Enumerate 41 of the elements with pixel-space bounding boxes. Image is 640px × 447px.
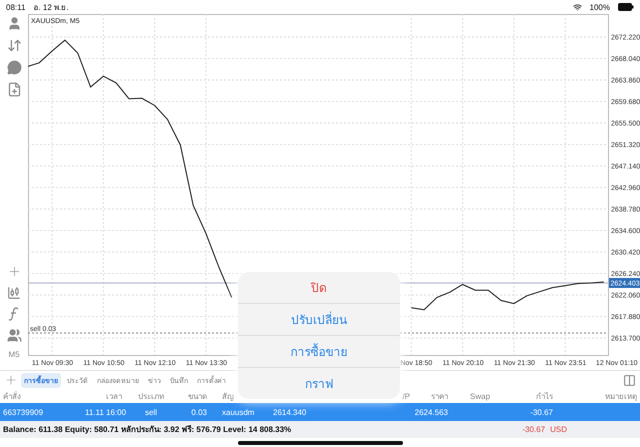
account-summary: Balance: 611.38 Equity: 580.71 หลักประกัน: 3.92 ฟรี: 576.79 Level: 14 808.33% [3,424,292,436]
table-cell: 11.11 16:00 [85,408,126,416]
timeframe-button[interactable]: M5 [8,350,20,359]
table-cell: sell [144,408,157,416]
menu-item[interactable]: ปรับเปลี่ยน [238,303,400,335]
table-cell: 663739909 [3,408,44,416]
total-profit: -30.67 [522,425,546,434]
menu-item[interactable]: ปิด [238,272,400,303]
account-icon[interactable] [6,16,22,31]
menu-item[interactable]: การซื้อขาย [238,335,400,367]
table-cell: -30.67 [530,408,553,416]
column-header: /P [402,392,410,400]
chat-icon[interactable] [6,60,22,75]
column-header: ประเภท [138,392,164,400]
table-cell: 0.03 [191,408,207,416]
column-header: ราคา [431,392,448,400]
trade-arrows-icon[interactable] [6,38,22,53]
column-header: สัญ [222,392,234,400]
candlestick-icon[interactable] [7,286,21,300]
column-header: หมายเหตุ [605,392,637,400]
column-header: เวลา [106,392,122,400]
selected-row[interactable]: 663739909 11.11 16:00 sell 0.03 xauusdm 2614.340 2624.563 -30.67 [0,403,640,421]
currency: USD [550,425,567,434]
menu-item[interactable]: กราฟ [238,367,400,399]
layout-icon[interactable] [623,374,636,386]
table-cell: 2614.340 [273,408,306,416]
column-header: Swap [470,392,490,400]
clock: 08:11 [6,2,26,12]
column-header: กำไร [536,392,553,400]
battery-icon [618,3,634,11]
date: อ. 12 พ.ย. [33,2,68,14]
table-cell: xauusdm [222,408,254,416]
column-header: ขนาด [188,392,207,400]
users-icon[interactable] [6,328,22,343]
column-header: คำสั่ง [3,392,21,400]
battery-percent: 100% [590,2,610,12]
wifi-icon [572,2,582,12]
function-icon[interactable] [8,307,20,321]
add-icon[interactable] [4,373,18,387]
table-cell: 2624.563 [414,408,448,416]
add-document-icon[interactable] [6,82,22,97]
